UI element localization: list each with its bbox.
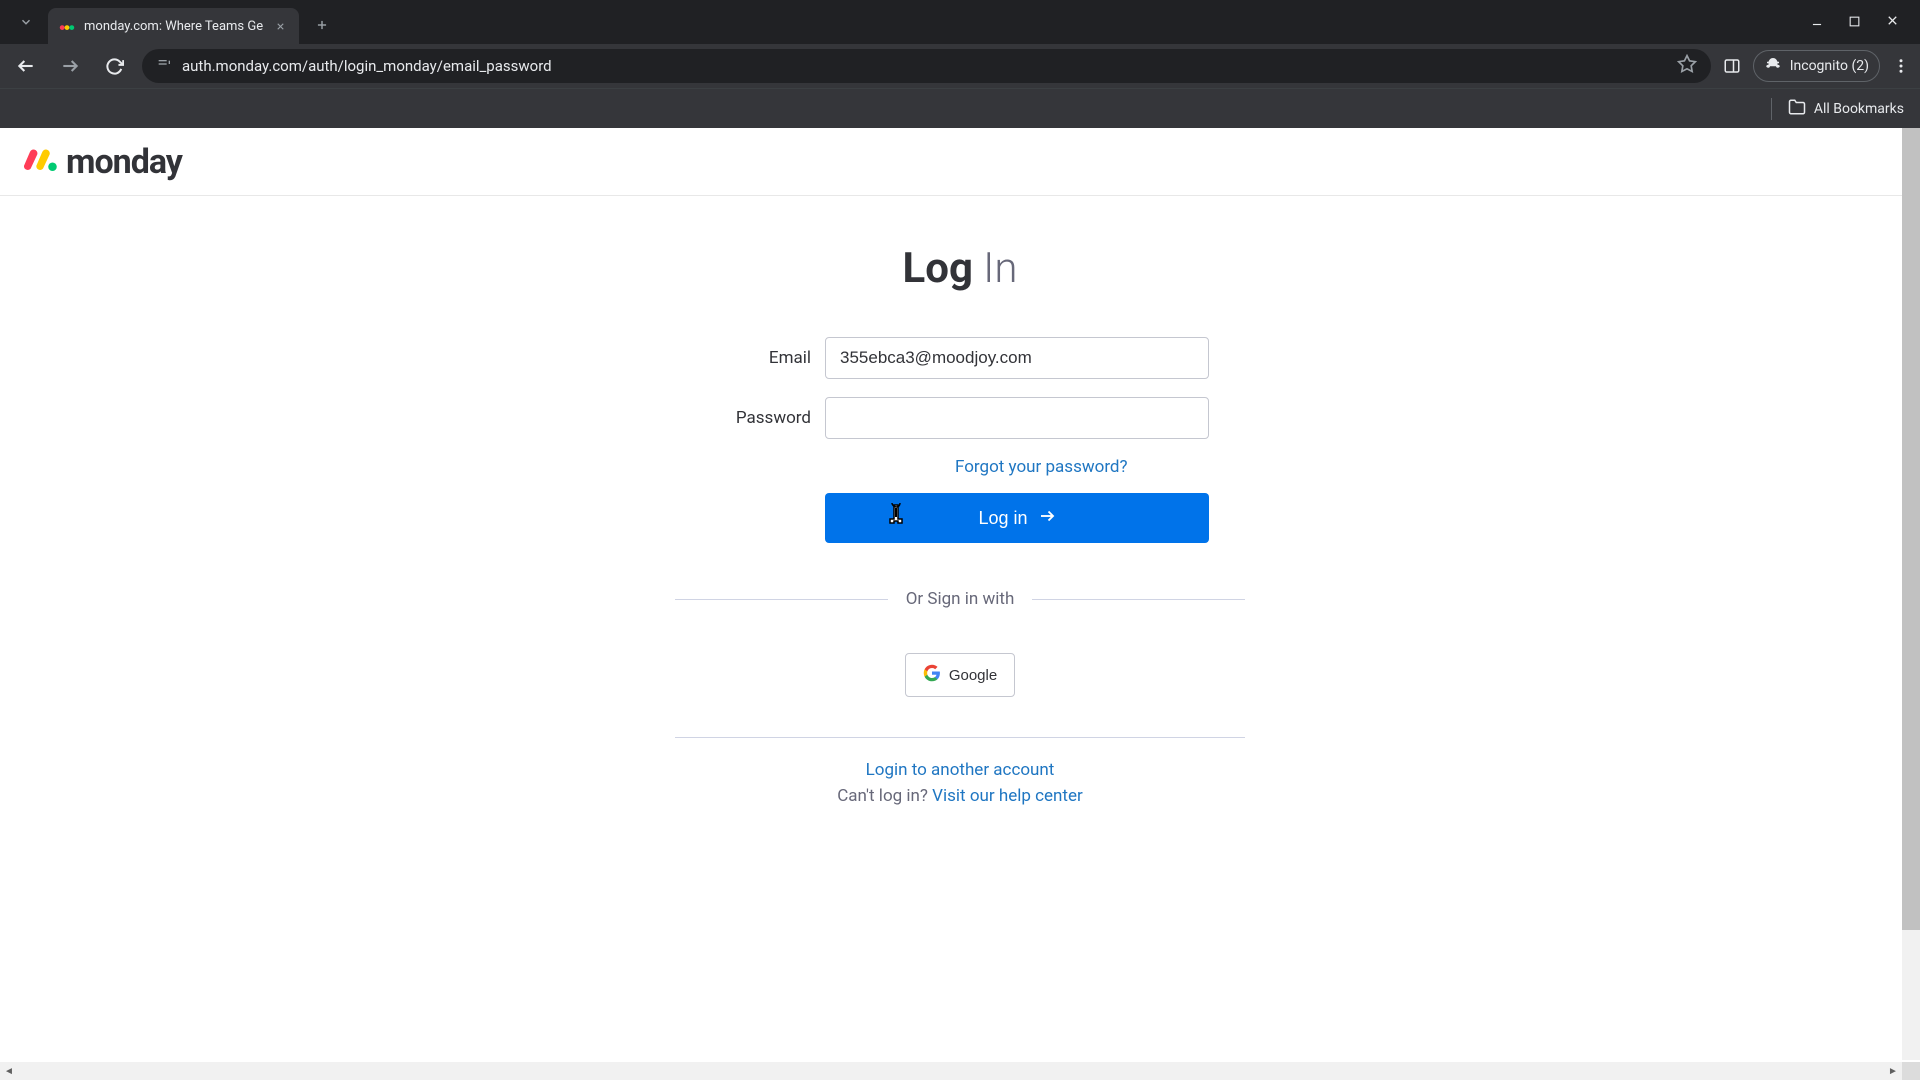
vertical-scrollbar[interactable] bbox=[1902, 128, 1920, 1060]
tab-title: monday.com: Where Teams Ge bbox=[84, 19, 263, 34]
signin-divider: Or Sign in with bbox=[675, 589, 1245, 609]
google-signin-button[interactable]: Google bbox=[905, 653, 1015, 697]
folder-icon bbox=[1788, 98, 1806, 120]
cant-login-text: Can't log in? bbox=[837, 786, 932, 806]
side-panel-icon[interactable] bbox=[1723, 57, 1741, 75]
tab-search-button[interactable] bbox=[10, 6, 42, 38]
horizontal-scrollbar[interactable]: ◄ ► bbox=[0, 1062, 1902, 1080]
minimize-button[interactable] bbox=[1810, 13, 1824, 32]
arrow-right-icon bbox=[1038, 507, 1056, 530]
incognito-label: Incognito (2) bbox=[1790, 58, 1869, 74]
new-tab-button[interactable] bbox=[307, 10, 337, 40]
help-center-link[interactable]: Visit our help center bbox=[932, 786, 1083, 806]
page-title: Log In bbox=[640, 244, 1280, 293]
help-row: Can't log in? Visit our help center bbox=[640, 786, 1280, 806]
logo-text: monday bbox=[66, 142, 182, 182]
cursor-icon bbox=[886, 502, 908, 532]
password-label: Password bbox=[711, 408, 811, 428]
monday-favicon-icon bbox=[58, 17, 76, 35]
browser-toolbar: auth.monday.com/auth/login_monday/email_… bbox=[0, 44, 1920, 88]
bookmark-icon[interactable] bbox=[1677, 54, 1697, 78]
monday-logo[interactable]: monday bbox=[24, 142, 182, 182]
monday-logo-icon bbox=[24, 148, 62, 176]
password-row: Password bbox=[640, 397, 1280, 439]
menu-button[interactable] bbox=[1892, 57, 1910, 75]
page-content: monday Log In Email Password Forgot your… bbox=[0, 128, 1920, 1080]
incognito-badge[interactable]: Incognito (2) bbox=[1753, 50, 1880, 82]
all-bookmarks-label: All Bookmarks bbox=[1814, 101, 1904, 117]
url-text: auth.monday.com/auth/login_monday/email_… bbox=[182, 57, 1667, 75]
divider-line-right bbox=[1032, 599, 1245, 600]
tab-bar: monday.com: Where Teams Ge bbox=[0, 0, 1920, 44]
page-header: monday bbox=[0, 128, 1920, 196]
incognito-icon bbox=[1764, 55, 1782, 77]
scrollbar-corner bbox=[1902, 1062, 1920, 1080]
login-form: Log In Email Password Forgot your passwo… bbox=[640, 196, 1280, 806]
footer-links: Login to another account Can't log in? V… bbox=[640, 760, 1280, 806]
forgot-password-link[interactable]: Forgot your password? bbox=[955, 457, 1209, 477]
login-button-label: Log in bbox=[978, 508, 1027, 529]
google-button-label: Google bbox=[949, 667, 997, 684]
site-info-icon[interactable] bbox=[156, 56, 172, 76]
email-label: Email bbox=[711, 348, 811, 368]
browser-chrome: monday.com: Where Teams Ge bbox=[0, 0, 1920, 128]
back-button[interactable] bbox=[10, 50, 42, 82]
scroll-left-button[interactable]: ◄ bbox=[0, 1062, 18, 1080]
login-button[interactable]: Log in bbox=[825, 493, 1209, 543]
divider-text: Or Sign in with bbox=[906, 589, 1015, 609]
address-bar[interactable]: auth.monday.com/auth/login_monday/email_… bbox=[142, 49, 1711, 83]
window-controls bbox=[1810, 0, 1920, 44]
scroll-right-button[interactable]: ► bbox=[1884, 1062, 1902, 1080]
close-tab-icon[interactable] bbox=[271, 17, 289, 35]
all-bookmarks-button[interactable]: All Bookmarks bbox=[1771, 98, 1904, 120]
bookmarks-bar: All Bookmarks bbox=[0, 88, 1920, 128]
vertical-scrollbar-thumb[interactable] bbox=[1902, 128, 1920, 930]
divider-line-left bbox=[675, 599, 888, 600]
close-window-button[interactable] bbox=[1885, 13, 1900, 32]
email-input[interactable] bbox=[825, 337, 1209, 379]
reload-button[interactable] bbox=[98, 50, 130, 82]
google-icon bbox=[923, 664, 941, 686]
browser-tab[interactable]: monday.com: Where Teams Ge bbox=[48, 8, 299, 44]
footer-divider bbox=[675, 737, 1245, 738]
another-account-link[interactable]: Login to another account bbox=[866, 760, 1055, 780]
forward-button[interactable] bbox=[54, 50, 86, 82]
email-row: Email bbox=[640, 337, 1280, 379]
password-input[interactable] bbox=[825, 397, 1209, 439]
maximize-button[interactable] bbox=[1848, 13, 1861, 32]
